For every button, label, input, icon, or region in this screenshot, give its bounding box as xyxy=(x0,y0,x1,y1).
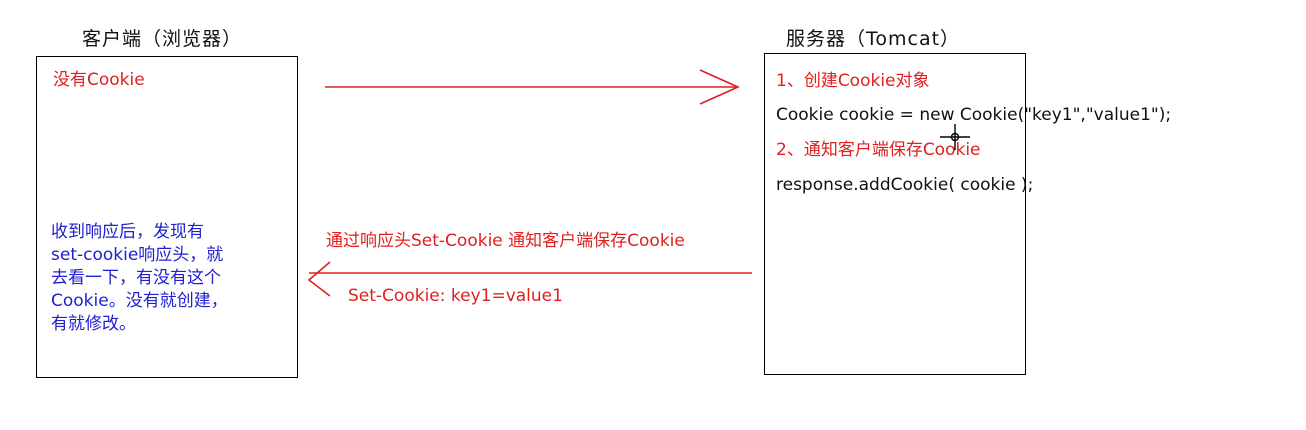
response-arrow xyxy=(307,261,752,297)
arrows-layer xyxy=(307,69,970,297)
crosshair-cursor-icon xyxy=(940,124,970,150)
request-arrow xyxy=(325,69,740,105)
